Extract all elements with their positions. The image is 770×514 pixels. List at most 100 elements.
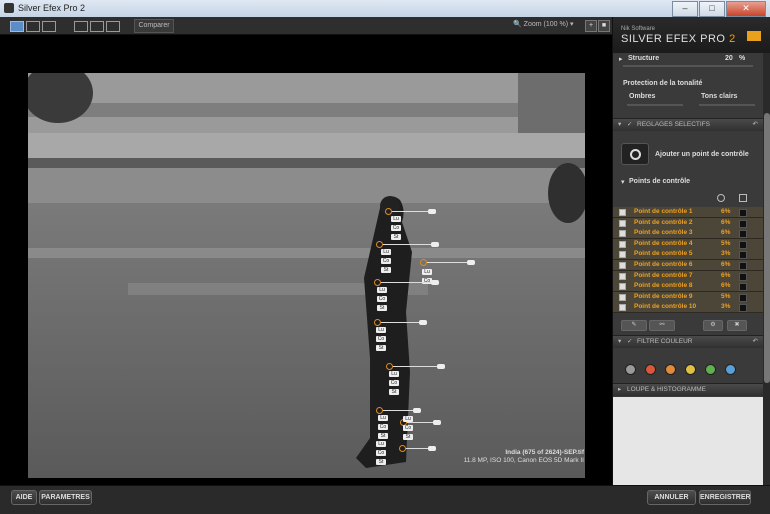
structure-slider[interactable] — [623, 65, 753, 67]
help-button[interactable]: AIDE — [11, 490, 37, 505]
control-point-checkbox[interactable] — [619, 304, 626, 312]
structure-tag[interactable]: St — [376, 345, 386, 351]
contrast-tag[interactable]: Co — [376, 336, 386, 342]
single-view-icon[interactable] — [10, 21, 24, 32]
split-view-icon[interactable] — [26, 21, 40, 32]
collapse-triangle-icon[interactable]: ▸ — [618, 384, 621, 396]
selective-header[interactable]: ▾ ✓ REGLAGES SELECTIFS ↶ — [613, 118, 763, 131]
control-point-checkbox[interactable] — [619, 251, 626, 259]
luminosity-tag[interactable]: Lu — [376, 327, 386, 333]
luminosity-tag[interactable]: Lu — [422, 269, 432, 275]
structure-tag[interactable]: St — [376, 459, 386, 465]
collapse-triangle-icon[interactable]: ▾ — [621, 178, 625, 186]
control-point-marker[interactable] — [399, 445, 436, 452]
expand-triangle-icon[interactable]: ▸ — [619, 55, 623, 63]
control-point-row[interactable]: Point de contrôle 1 6% — [613, 207, 763, 218]
control-point-row[interactable]: Point de contrôle 6 6% — [613, 260, 763, 271]
contrast-tag[interactable]: Co — [377, 296, 387, 302]
luminosity-tag[interactable]: Lu — [376, 441, 386, 447]
color-filter-header[interactable]: ▾ ✓ FILTRE COULEUR ↶ — [613, 335, 763, 348]
fit-icon[interactable]: ■ — [598, 20, 610, 32]
control-point-mask-toggle[interactable] — [739, 251, 747, 260]
control-point-mask-toggle[interactable] — [739, 283, 747, 292]
color-filter-swatch[interactable] — [725, 364, 736, 375]
control-point-checkbox[interactable] — [619, 283, 626, 291]
preview-canvas[interactable]: Lu Co St Lu Co St Lu Co Lu Co St Lu Co S… — [0, 35, 612, 485]
loupe-icon[interactable]: + — [585, 20, 597, 32]
background-gray-icon[interactable] — [90, 21, 104, 32]
color-filter-swatch[interactable] — [645, 364, 656, 375]
control-point-row[interactable]: Point de contrôle 5 3% — [613, 249, 763, 261]
control-point-marker[interactable] — [376, 241, 439, 248]
control-point-marker[interactable] — [374, 319, 427, 326]
luminosity-tag[interactable]: Lu — [377, 287, 387, 293]
structure-tag[interactable]: St — [403, 434, 413, 440]
luminosity-tag[interactable]: Lu — [381, 249, 391, 255]
group-button[interactable]: ⚯ — [649, 320, 675, 331]
control-point-row[interactable]: Point de contrôle 7 6% — [613, 270, 763, 282]
control-point-mask-toggle[interactable] — [739, 240, 747, 249]
collapse-triangle-icon[interactable]: ▾ — [618, 119, 621, 131]
maximize-button[interactable]: □ — [699, 1, 725, 17]
collapse-triangle-icon[interactable]: ▾ — [618, 336, 621, 348]
control-point-row[interactable]: Point de contrôle 3 6% — [613, 228, 763, 240]
reset-icon[interactable]: ↶ — [753, 336, 758, 348]
show-all-icon[interactable] — [717, 194, 725, 202]
enable-check-icon[interactable]: ✓ — [627, 119, 632, 131]
color-filter-swatch[interactable] — [705, 364, 716, 375]
control-point-mask-toggle[interactable] — [739, 272, 747, 281]
zoom-selector[interactable]: 🔍 Zoom (100 %) ▾ — [513, 20, 574, 28]
color-filter-swatch[interactable] — [685, 364, 696, 375]
background-white-icon[interactable] — [106, 21, 120, 32]
control-point-mask-toggle[interactable] — [739, 262, 747, 270]
control-point-checkbox[interactable] — [619, 230, 626, 238]
structure-tag[interactable]: St — [391, 234, 401, 240]
enable-check-icon[interactable]: ✓ — [627, 336, 632, 348]
control-point-row[interactable]: Point de contrôle 8 6% — [613, 281, 763, 293]
add-control-point-button[interactable] — [621, 143, 649, 165]
contrast-tag[interactable]: Co — [376, 450, 386, 456]
settings-button[interactable]: PARAMETRES — [39, 490, 92, 505]
control-point-mask-toggle[interactable] — [739, 293, 747, 302]
contrast-tag[interactable]: Co — [389, 380, 399, 386]
compare-button[interactable]: Comparer — [134, 19, 174, 33]
luminosity-tag[interactable]: Lu — [403, 416, 413, 422]
control-point-row[interactable]: Point de contrôle 4 5% — [613, 238, 763, 250]
minimize-button[interactable]: – — [672, 1, 698, 17]
save-button[interactable]: ENREGISTRER — [699, 490, 751, 505]
structure-tag[interactable]: St — [378, 433, 388, 439]
panel-scrollbar[interactable] — [763, 53, 770, 485]
control-point-marker[interactable] — [376, 407, 421, 414]
reset-icon[interactable]: ↶ — [753, 119, 758, 131]
settings-icon[interactable]: ⚙ — [703, 320, 723, 331]
control-point-checkbox[interactable] — [619, 262, 626, 269]
control-point-marker[interactable] — [374, 279, 439, 286]
background-black-icon[interactable] — [74, 21, 88, 32]
control-point-marker[interactable] — [420, 259, 475, 266]
control-point-checkbox[interactable] — [619, 240, 626, 248]
control-point-marker[interactable] — [386, 363, 445, 370]
control-point-mask-toggle[interactable] — [739, 230, 747, 239]
loupe-header[interactable]: ▸ LOUPE & HISTOGRAMME — [613, 383, 763, 396]
luminosity-tag[interactable]: Lu — [389, 371, 399, 377]
color-filter-swatch[interactable] — [625, 364, 636, 375]
photo-preview[interactable]: Lu Co St Lu Co St Lu Co Lu Co St Lu Co S… — [28, 73, 585, 478]
control-point-row[interactable]: Point de contrôle 9 5% — [613, 291, 763, 303]
luminosity-tag[interactable]: Lu — [378, 415, 388, 421]
control-point-checkbox[interactable] — [619, 272, 626, 280]
color-filter-swatch[interactable] — [665, 364, 676, 375]
contrast-tag[interactable]: Co — [378, 424, 388, 430]
control-point-row[interactable]: Point de contrôle 10 3% — [613, 302, 763, 314]
contrast-tag[interactable]: Co — [403, 425, 413, 431]
control-point-checkbox[interactable] — [619, 293, 626, 301]
control-point-checkbox[interactable] — [619, 209, 626, 216]
mask-toggle-icon[interactable] — [739, 194, 747, 202]
structure-tag[interactable]: St — [381, 267, 391, 273]
control-point-row[interactable]: Point de contrôle 2 6% — [613, 217, 763, 229]
close-button[interactable]: ✕ — [726, 1, 766, 17]
contrast-tag[interactable]: Co — [391, 225, 401, 231]
control-point-mask-toggle[interactable] — [739, 304, 747, 313]
shadows-slider[interactable] — [627, 104, 683, 106]
structure-tag[interactable]: St — [389, 389, 399, 395]
duplicate-button[interactable]: ✎ — [621, 320, 647, 331]
